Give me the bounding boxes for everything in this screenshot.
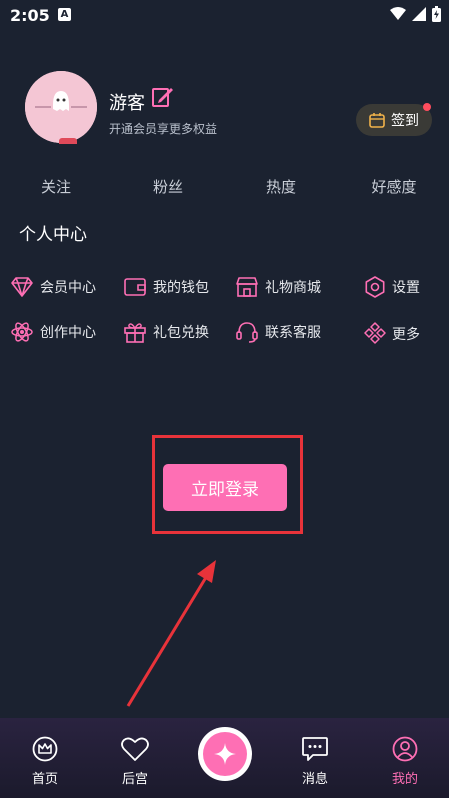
crown-icon — [32, 736, 58, 762]
checkin-dot — [423, 103, 431, 111]
annotation-arrow — [120, 550, 230, 716]
menu-more[interactable]: 更多 — [364, 322, 420, 346]
status-time: 2:05 — [10, 6, 50, 25]
nav-create-button[interactable] — [198, 727, 252, 781]
sparkle-icon — [214, 743, 236, 765]
checkin-label: 签到 — [391, 113, 419, 129]
section-title: 个人中心 — [19, 225, 87, 245]
nav-label: 首页 — [31, 772, 58, 787]
stat-favor[interactable]: 好感度 — [354, 176, 434, 197]
menu-label: 我的钱包 — [153, 280, 209, 296]
menu-label: 更多 — [392, 327, 420, 343]
avatar[interactable] — [25, 71, 97, 143]
heart-icon — [121, 737, 149, 761]
calendar-icon — [369, 113, 385, 128]
menu-wallet[interactable]: 我的钱包 — [123, 276, 209, 298]
stat-following[interactable]: 关注 — [16, 176, 96, 197]
stat-heat[interactable]: 热度 — [241, 176, 321, 197]
nav-label: 后宫 — [121, 772, 148, 787]
diamond-icon — [11, 277, 33, 297]
nav-home[interactable]: 首页 — [15, 736, 75, 787]
menu-label: 创作中心 — [40, 325, 96, 341]
username: 游客 — [109, 93, 145, 114]
gift-icon — [124, 323, 146, 343]
nav-harem[interactable]: 后宫 — [105, 736, 165, 787]
menu-gift-redeem[interactable]: 礼包兑换 — [123, 320, 209, 344]
stat-fans[interactable]: 粉丝 — [128, 176, 208, 197]
gear-icon — [365, 276, 385, 298]
menu-label: 设置 — [392, 280, 420, 296]
wallet-icon — [124, 278, 146, 296]
menu-customer-service[interactable]: 联系客服 — [235, 320, 321, 344]
menu-creator-center[interactable]: 创作中心 — [10, 320, 96, 344]
status-icons — [390, 6, 441, 22]
vip-tip[interactable]: 开通会员享更多权益 — [109, 120, 217, 137]
notification-icon: A — [58, 8, 71, 21]
menu-gift-store[interactable]: 礼物商城 — [235, 276, 321, 298]
more-diamonds-icon — [364, 322, 386, 344]
menu-settings[interactable]: 设置 — [364, 276, 420, 298]
signal-icon — [412, 7, 426, 21]
edit-icon[interactable] — [152, 86, 174, 112]
menu-label: 会员中心 — [40, 280, 96, 296]
user-icon — [392, 736, 418, 762]
checkin-button[interactable]: 签到 — [356, 104, 432, 136]
nav-mine[interactable]: 我的 — [375, 736, 435, 787]
ghost-avatar-icon — [25, 71, 97, 143]
nav-messages[interactable]: 消息 — [285, 736, 345, 787]
battery-icon — [432, 6, 441, 22]
nav-create-inner — [203, 732, 247, 776]
menu-label: 联系客服 — [265, 325, 321, 341]
login-button[interactable]: 立即登录 — [163, 464, 287, 511]
nav-label: 我的 — [391, 772, 418, 787]
avatar-badge — [59, 138, 77, 144]
message-icon — [302, 737, 328, 761]
wifi-icon — [390, 7, 406, 20]
store-icon — [236, 277, 258, 297]
menu-vip-center[interactable]: 会员中心 — [10, 276, 96, 298]
menu-label: 礼包兑换 — [153, 325, 209, 341]
atom-icon — [11, 322, 33, 342]
headset-icon — [236, 322, 258, 343]
menu-label: 礼物商城 — [265, 280, 321, 296]
nav-label: 消息 — [301, 772, 328, 787]
